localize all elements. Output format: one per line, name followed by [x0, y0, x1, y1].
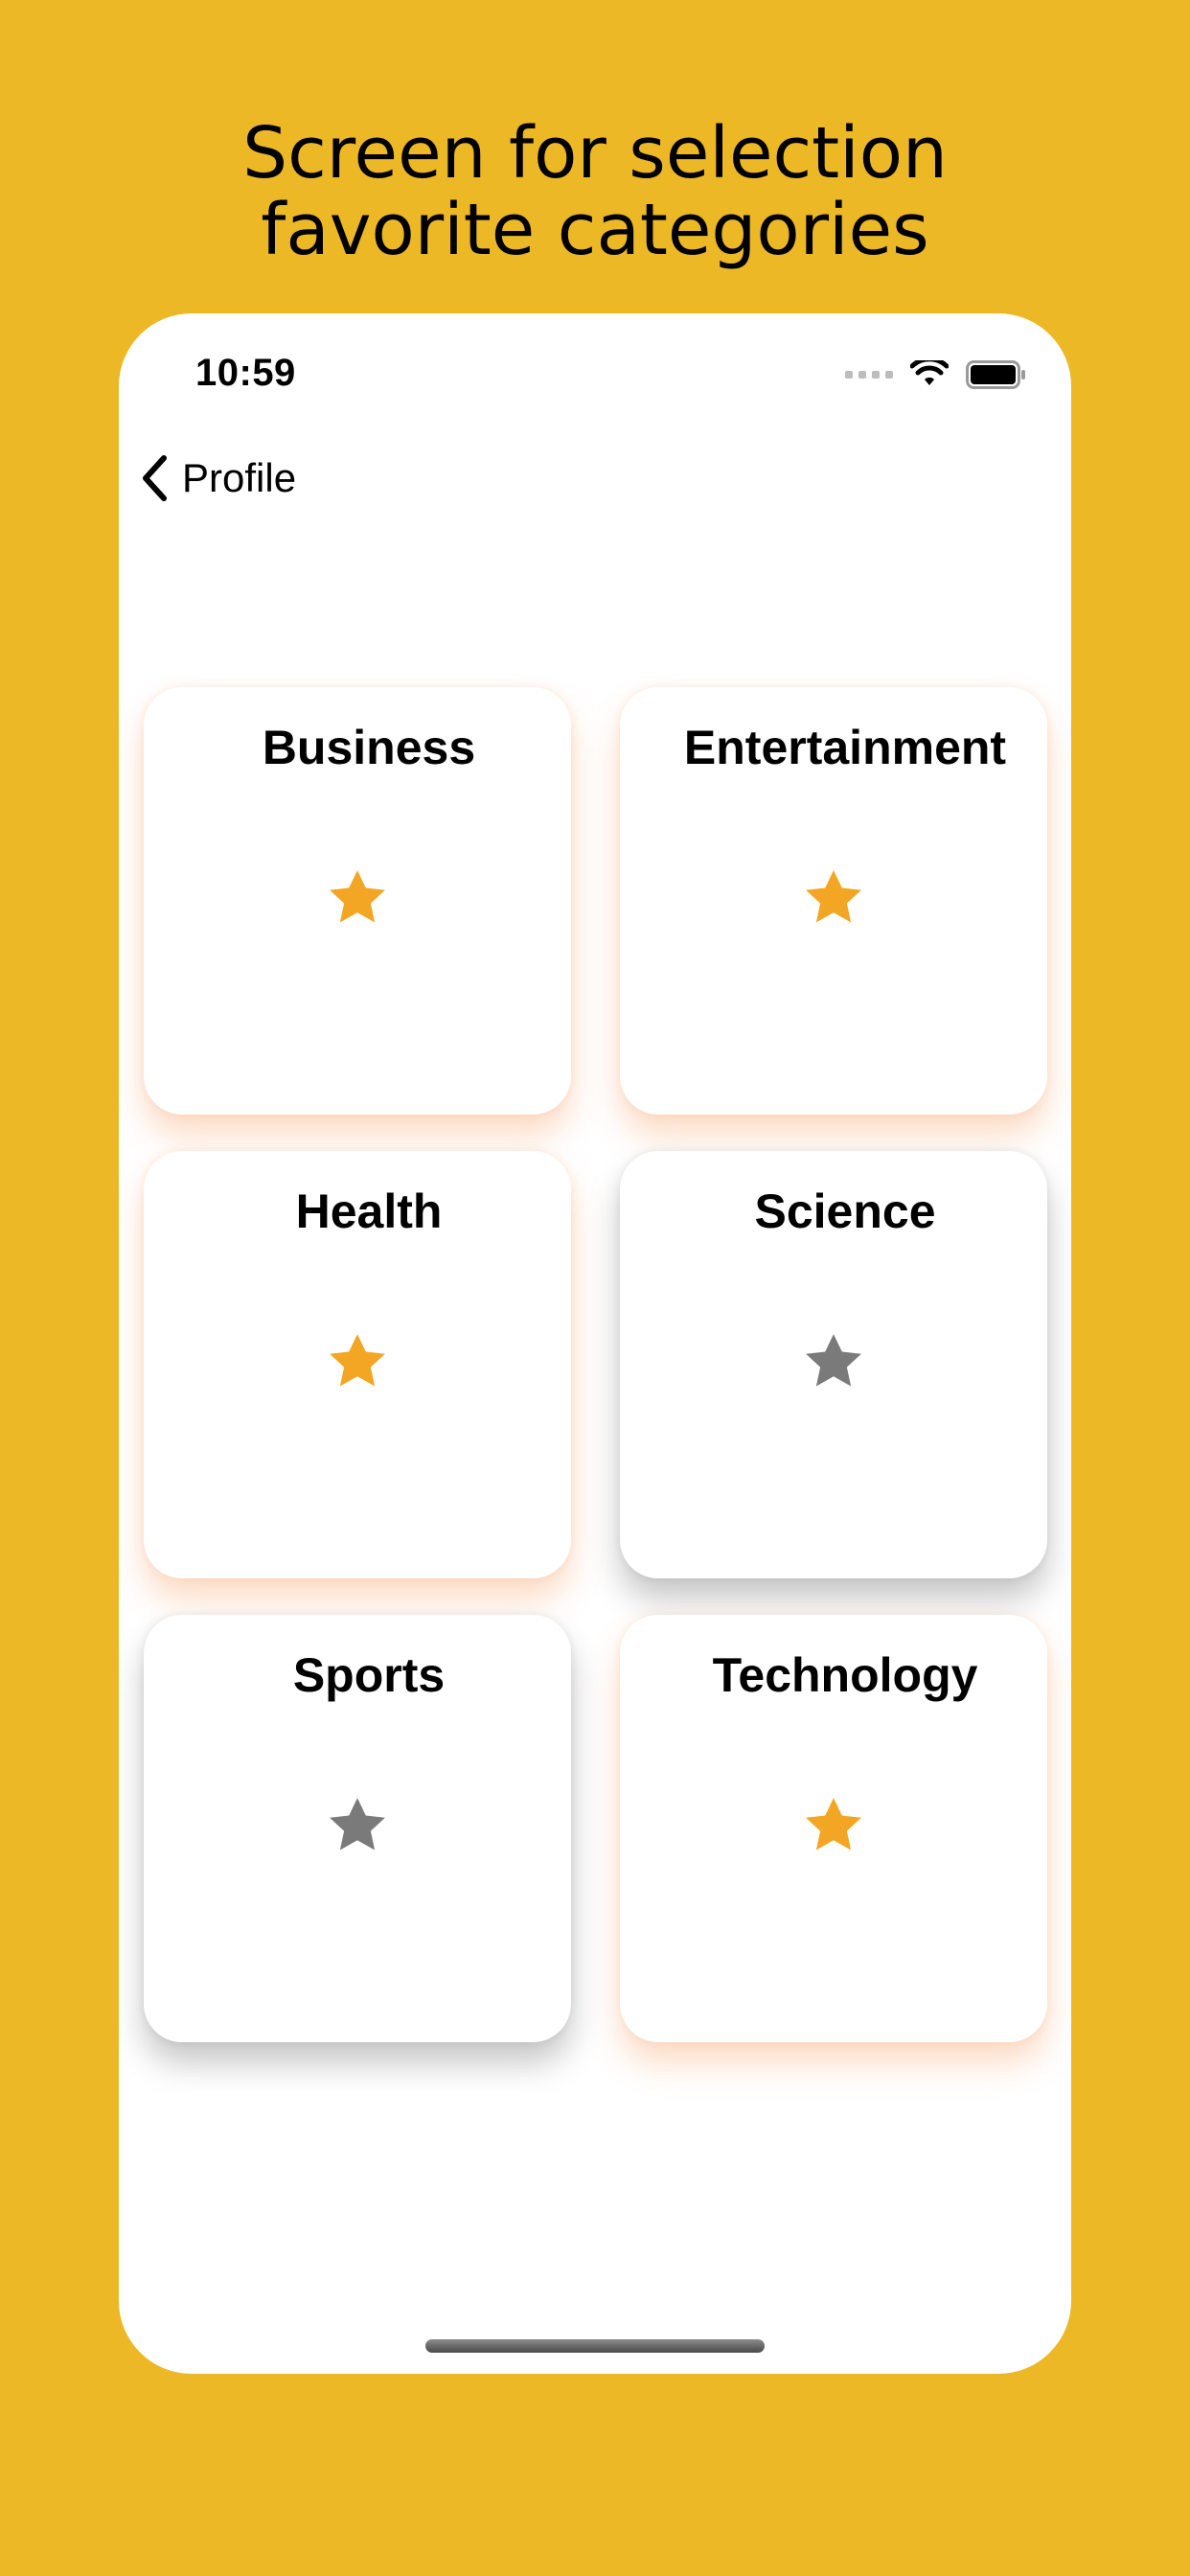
home-indicator[interactable] [425, 2339, 765, 2353]
star-icon [330, 870, 385, 923]
category-label: Science [754, 1184, 936, 1238]
star-icon [806, 1334, 861, 1387]
chevron-left-icon [143, 455, 167, 501]
category-card-science[interactable]: Science [620, 1151, 1047, 1578]
category-label: Health [295, 1184, 443, 1238]
wifi-icon [910, 360, 949, 385]
phone-screen: 10:59 Profile Business Entertainment Hea… [119, 313, 1071, 2374]
category-label: Entertainment [683, 721, 1007, 774]
status-icons [845, 356, 1027, 394]
back-button[interactable]: Profile [140, 449, 296, 507]
star-icon [806, 1798, 861, 1851]
status-time: 10:59 [195, 352, 296, 394]
category-label: Technology [712, 1648, 978, 1702]
category-label: Sports [292, 1648, 446, 1702]
category-label: Business [262, 721, 476, 774]
headline-line-1: Screen for selection [242, 112, 948, 195]
star-icon [330, 1798, 385, 1851]
star-icon [806, 870, 861, 923]
category-card-health[interactable]: Health [144, 1151, 571, 1578]
battery-icon [966, 360, 1025, 389]
category-card-technology[interactable]: Technology [620, 1615, 1047, 2042]
page-headline: Screen for selection favorite categories [0, 115, 1190, 268]
category-card-entertainment[interactable]: Entertainment [620, 687, 1047, 1115]
star-icon [330, 1334, 385, 1387]
category-card-business[interactable]: Business [144, 687, 571, 1115]
headline-line-2: favorite categories [261, 189, 929, 271]
signal-dots-icon [845, 371, 893, 379]
category-card-sports[interactable]: Sports [144, 1615, 571, 2042]
back-button-label: Profile [182, 455, 297, 500]
